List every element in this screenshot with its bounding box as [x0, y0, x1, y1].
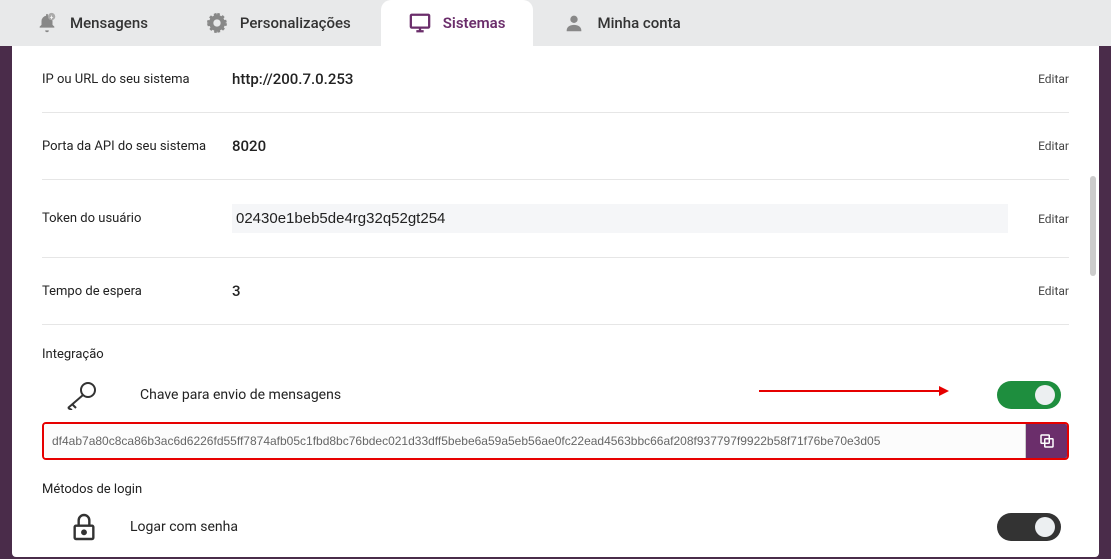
gear-icon: [206, 12, 228, 34]
tab-sistemas[interactable]: Sistemas: [381, 0, 534, 46]
token-input[interactable]: [232, 204, 1008, 233]
copy-icon: [1038, 432, 1056, 450]
bell-icon: +: [36, 12, 58, 34]
field-value: http://200.7.0.253: [232, 70, 1008, 88]
field-row-ip: IP ou URL do seu sistema http://200.7.0.…: [42, 46, 1069, 113]
svg-text:+: +: [50, 13, 54, 21]
scrollbar[interactable]: [1090, 176, 1096, 276]
tab-mensagens[interactable]: + Mensagens: [8, 0, 176, 46]
integration-row: Chave para envio de mensagens: [42, 362, 1069, 422]
field-label: Token do usuário: [42, 211, 232, 226]
login-password-row: Logar com senha: [42, 497, 1069, 543]
field-row-token: Token do usuário Editar: [42, 180, 1069, 258]
field-value: 8020: [232, 137, 1008, 155]
monitor-icon: [409, 12, 431, 34]
login-password-toggle[interactable]: [997, 513, 1061, 541]
edit-link[interactable]: Editar: [1008, 72, 1069, 86]
lock-icon: [68, 511, 100, 543]
key-icon: [60, 380, 100, 410]
tab-label: Minha conta: [597, 14, 680, 32]
tab-label: Personalizações: [240, 14, 351, 32]
field-value: 3: [232, 282, 1008, 300]
login-label: Logar com senha: [130, 519, 238, 535]
field-label: Tempo de espera: [42, 284, 232, 299]
field-row-port: Porta da API do seu sistema 8020 Editar: [42, 113, 1069, 180]
integration-label: Chave para envio de mensagens: [140, 387, 341, 403]
edit-link[interactable]: Editar: [1008, 212, 1069, 226]
user-icon: [563, 12, 585, 34]
edit-link[interactable]: Editar: [1008, 139, 1069, 153]
api-key-box: [42, 422, 1069, 460]
field-label: IP ou URL do seu sistema: [42, 72, 232, 87]
toggle-knob: [1035, 517, 1055, 537]
tabs-bar: + Mensagens Personalizações Sistemas Min…: [0, 0, 1111, 46]
integration-header: Integração: [42, 347, 1069, 362]
field-row-wait: Tempo de espera 3 Editar: [42, 258, 1069, 325]
tab-label: Sistemas: [443, 14, 506, 32]
edit-link[interactable]: Editar: [1008, 284, 1069, 298]
tab-personalizacoes[interactable]: Personalizações: [178, 0, 379, 46]
annotation-arrow: [759, 390, 939, 392]
tab-label: Mensagens: [70, 14, 148, 32]
login-header: Métodos de login: [42, 482, 1069, 497]
api-key-input[interactable]: [44, 424, 1025, 458]
field-label: Porta da API do seu sistema: [42, 139, 232, 154]
content-panel: IP ou URL do seu sistema http://200.7.0.…: [12, 46, 1099, 557]
copy-button[interactable]: [1025, 424, 1067, 458]
toggle-knob: [1035, 385, 1055, 405]
tab-minha-conta[interactable]: Minha conta: [535, 0, 708, 46]
integration-toggle[interactable]: [997, 381, 1061, 409]
